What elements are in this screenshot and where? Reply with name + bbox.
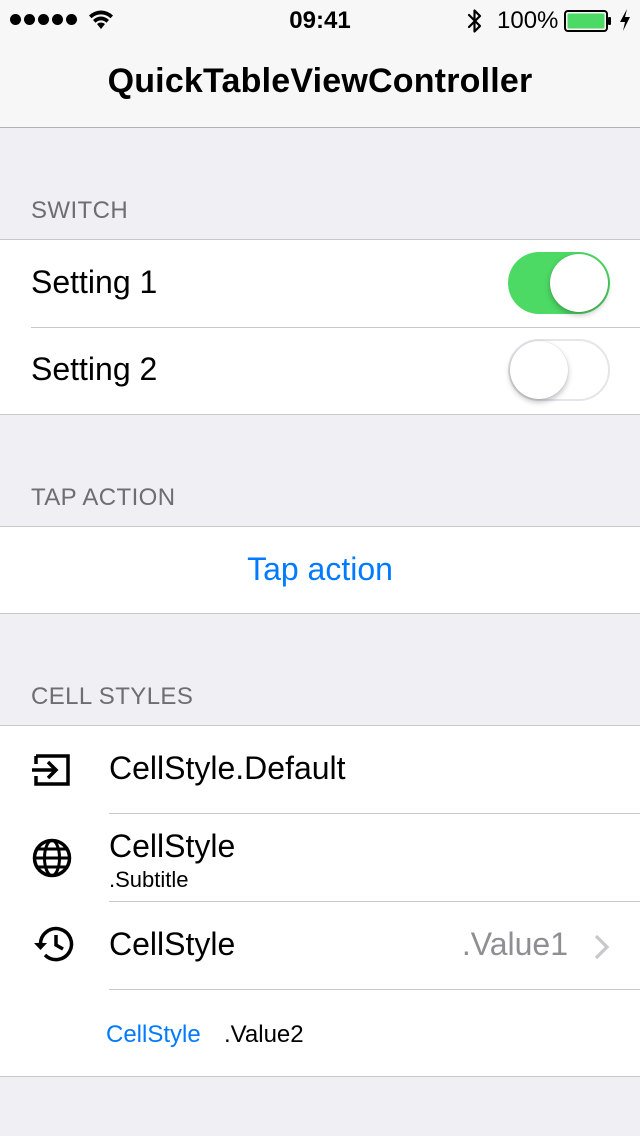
cell-detail: .Value1 — [461, 926, 568, 962]
cell-style-subtitle-row[interactable]: CellStyle .Subtitle — [0, 814, 640, 902]
section-header-cell-styles: CELL STYLES — [31, 683, 194, 710]
setting-1-switch[interactable] — [508, 252, 610, 314]
nav-title: QuickTableViewController — [107, 62, 533, 100]
chevron-right-icon — [594, 934, 610, 960]
tap-action-row[interactable]: Tap action — [0, 527, 640, 615]
battery-percent: 100% — [497, 7, 559, 34]
cell-style-default-row[interactable]: CellStyle.Default — [0, 726, 640, 814]
cell-title: CellStyle.Default — [109, 750, 346, 786]
status-bar: 09:41 100% — [0, 0, 640, 40]
cell-value2-detail: .Value2 — [224, 1021, 304, 1048]
bluetooth-icon — [467, 9, 482, 33]
setting-2-switch[interactable] — [508, 339, 610, 401]
setting-1-label: Setting 1 — [31, 264, 158, 300]
cell-title: CellStyle — [109, 828, 236, 864]
charging-bolt-icon — [620, 9, 630, 31]
battery-icon — [564, 10, 611, 32]
cell-subtitle: .Subtitle — [109, 867, 189, 892]
switch-knob — [510, 341, 568, 399]
cell-value2-label: CellStyle — [106, 1021, 201, 1048]
setting-1-row: Setting 1 — [0, 240, 640, 328]
globe-icon — [32, 838, 72, 878]
cell-styles-section: CellStyle.Default CellStyle .Subtitle Ce… — [0, 725, 640, 1077]
switch-section: Setting 1 Setting 2 — [0, 239, 640, 415]
navigation-bar: QuickTableViewController — [0, 40, 640, 128]
setting-2-row: Setting 2 — [0, 327, 640, 415]
exit-icon — [32, 754, 70, 786]
tap-action-section: Tap action — [0, 526, 640, 614]
cell-title: CellStyle — [109, 926, 236, 962]
section-header-tap-action: TAP ACTION — [31, 484, 176, 511]
section-header-switch: SWITCH — [31, 197, 129, 224]
switch-knob — [550, 254, 608, 312]
cell-style-value2-row[interactable]: CellStyle .Value2 — [0, 990, 640, 1078]
cell-style-value1-row[interactable]: CellStyle .Value1 — [0, 902, 640, 990]
tap-action-button[interactable]: Tap action — [0, 551, 640, 588]
setting-2-label: Setting 2 — [31, 351, 158, 387]
history-icon — [34, 926, 74, 962]
